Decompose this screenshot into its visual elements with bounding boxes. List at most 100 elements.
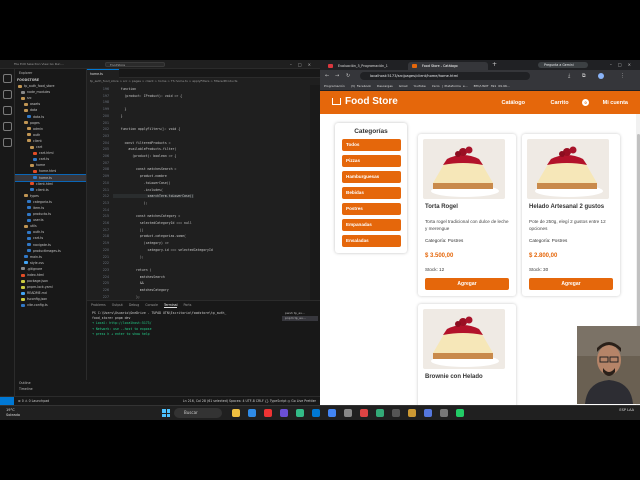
- forward-icon[interactable]: →: [335, 73, 339, 79]
- app-icon[interactable]: [264, 409, 272, 417]
- address-bar[interactable]: localhost:5173/src/pages/client/home/hom…: [360, 72, 530, 80]
- panel-tab[interactable]: Output: [112, 303, 123, 307]
- app-icon[interactable]: [408, 409, 416, 417]
- bookmark-item[interactable]: (3) Facebook: [351, 84, 371, 88]
- panel-tab[interactable]: Terminal: [163, 303, 178, 308]
- bookmark-item[interactable]: Gmail: [399, 84, 408, 88]
- code-line[interactable]: );: [113, 201, 148, 205]
- nav-carrito[interactable]: Carrito 0: [539, 99, 590, 106]
- tab-food-store[interactable]: Food Store - Catálogo: [408, 62, 488, 70]
- extensions-icon[interactable]: ⧉: [582, 73, 586, 79]
- app-icon[interactable]: [344, 409, 352, 417]
- edge-icon[interactable]: [248, 409, 256, 417]
- panel-tab[interactable]: Problems: [91, 303, 106, 307]
- code-line[interactable]: }: [113, 107, 127, 111]
- code-line[interactable]: (product: IProduct): void => {: [113, 94, 183, 98]
- tab-home-ts[interactable]: home.ts: [87, 69, 119, 78]
- code-line[interactable]: function applyFilters(): void {: [113, 127, 181, 131]
- app-icon[interactable]: [360, 409, 368, 417]
- timeline-section[interactable]: Timeline: [19, 386, 87, 392]
- vscode-menu[interactable]: File Edit Selection View Go Run ...: [14, 62, 64, 66]
- terminal-instance[interactable]: pnpm tp_au...: [282, 316, 318, 321]
- code-line[interactable]: const matchesCategory =: [113, 214, 180, 218]
- add-to-cart-button[interactable]: Agregar: [529, 278, 613, 290]
- bookmark-item[interactable]: Programación: [324, 84, 345, 88]
- profile-avatar[interactable]: [598, 73, 604, 79]
- gemini-button[interactable]: Pregunta a Gemini: [538, 62, 588, 68]
- menu-icon[interactable]: ⋮: [620, 73, 625, 79]
- remote-indicator[interactable]: [0, 397, 14, 405]
- new-tab-icon[interactable]: +: [492, 61, 497, 68]
- panel-tab[interactable]: Debug Console: [129, 303, 158, 307]
- tab-evaluacion[interactable]: Evaluación_5_Programación_1: [324, 62, 404, 70]
- windows-start-icon[interactable]: [162, 409, 170, 417]
- code-line[interactable]: &&: [113, 281, 144, 285]
- command-center[interactable]: FoodStore: [105, 62, 165, 67]
- code-line[interactable]: }: [113, 114, 123, 118]
- minimap[interactable]: [310, 85, 320, 315]
- code-line[interactable]: return (: [113, 268, 151, 272]
- code-line[interactable]: product.nombre: [113, 174, 167, 178]
- category-button[interactable]: Todos: [342, 139, 401, 151]
- category-button[interactable]: Empanadas: [342, 219, 401, 231]
- code-editor[interactable]: 196 function 197 (product: IProduct): voi…: [87, 85, 320, 315]
- app-icon[interactable]: [376, 409, 384, 417]
- run-debug-icon[interactable]: [3, 122, 12, 131]
- bookmark-item[interactable]: YouTube: [414, 84, 426, 88]
- window-controls[interactable]: –□×: [290, 62, 317, 67]
- system-tray[interactable]: ESP LAA: [619, 408, 634, 413]
- browser-window-controls[interactable]: –□×: [610, 62, 637, 67]
- scroll-thumb[interactable]: [636, 134, 640, 334]
- code-line[interactable]: );: [113, 255, 144, 259]
- code-line[interactable]: (category) =>: [113, 241, 169, 245]
- app-icon[interactable]: [392, 409, 400, 417]
- chrome-icon[interactable]: [328, 409, 336, 417]
- weather-widget[interactable]: 19°C Soleado: [6, 408, 20, 417]
- code-line[interactable]: (product): boolean => {: [113, 154, 176, 158]
- file-explorer-icon[interactable]: [232, 409, 240, 417]
- code-line[interactable]: );: [113, 295, 140, 299]
- extensions-icon[interactable]: [3, 138, 12, 147]
- category-button[interactable]: Postres: [342, 203, 401, 215]
- status-right[interactable]: Ln 216, Col 28 (61 selected) Spaces: 4 U…: [183, 397, 316, 405]
- taskbar-search[interactable]: Buscar: [174, 408, 222, 418]
- bookmark-item[interactable]: Descargas: [377, 84, 393, 88]
- code-line[interactable]: searchTerm.toLowerCase(): [113, 194, 194, 199]
- code-line[interactable]: const filteredProducts =: [113, 141, 171, 145]
- app-icon[interactable]: [440, 409, 448, 417]
- nav-catalogo[interactable]: Catálogo: [501, 100, 525, 106]
- code-line[interactable]: product.categorias.some(: [113, 234, 186, 238]
- download-icon[interactable]: ⤓: [568, 73, 570, 79]
- code-line[interactable]: category.id === selectedCategoryId: [113, 248, 213, 252]
- bookmark-item[interactable]: BTC/USDT 391 09.96...: [474, 84, 510, 88]
- code-line[interactable]: matchesSearch: [113, 275, 165, 279]
- code-line[interactable]: .includes(: [113, 188, 163, 192]
- explorer-icon[interactable]: [3, 74, 12, 83]
- app-icon[interactable]: [456, 409, 464, 417]
- vscode-icon[interactable]: [312, 409, 320, 417]
- code-line[interactable]: ||: [113, 228, 144, 232]
- code-line[interactable]: selectedCategoryId === null: [113, 221, 192, 225]
- code-line[interactable]: .toLowerCase(): [113, 181, 171, 185]
- brand-logo[interactable]: Food Store: [332, 97, 398, 107]
- nav-mi-cuenta[interactable]: Mi cuenta: [603, 100, 628, 106]
- bookmark-item[interactable]: Inicio | Plataforma e...: [432, 84, 468, 88]
- code-line[interactable]: const matchesSearch =: [113, 167, 176, 171]
- category-button[interactable]: Hamburguesas: [342, 171, 401, 183]
- terminal-output[interactable]: PS C:\Users\Usuario\OneDrive - TUPAD UTN…: [87, 309, 277, 339]
- status-problems[interactable]: ⊗ 0 ⚠ 0 Launchpad: [18, 399, 49, 403]
- app-icon[interactable]: [280, 409, 288, 417]
- source-control-icon[interactable]: [3, 106, 12, 115]
- back-icon[interactable]: ←: [325, 73, 329, 79]
- code-line[interactable]: matchesCategory: [113, 288, 169, 292]
- tree-item[interactable]: vite.config.ts: [15, 302, 86, 308]
- category-button[interactable]: Bebidas: [342, 187, 401, 199]
- add-to-cart-button[interactable]: Agregar: [425, 278, 509, 290]
- app-icon[interactable]: [424, 409, 432, 417]
- search-icon[interactable]: [3, 90, 12, 99]
- panel-tab[interactable]: Ports: [183, 303, 191, 307]
- app-icon[interactable]: [296, 409, 304, 417]
- breadcrumb[interactable]: tp_auth_food_store > src > pages > clien…: [87, 78, 320, 85]
- code-line[interactable]: function: [113, 87, 136, 91]
- category-button[interactable]: Pizzas: [342, 155, 401, 167]
